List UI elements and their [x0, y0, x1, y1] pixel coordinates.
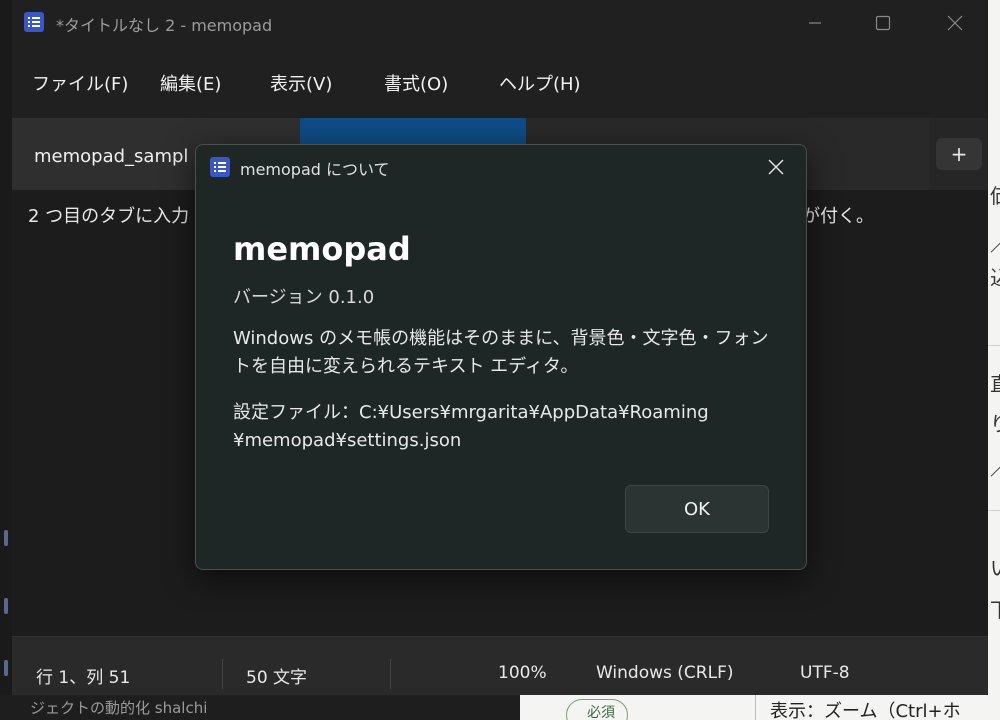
menu-bar: ファイル(F) 編集(E) 表示(V) 書式(O) ヘルプ(H) [12, 58, 988, 106]
menu-edit[interactable]: 編集(E) [160, 70, 221, 96]
background-badge: 必須 [566, 699, 628, 720]
status-divider [222, 659, 223, 689]
status-cursor-position: 行 1、列 51 [36, 668, 131, 688]
ok-button[interactable]: OK [625, 485, 769, 533]
background-text: 下 [990, 594, 1000, 623]
status-char-count: 50 文字 [246, 668, 308, 688]
app-name-heading: memopad [233, 230, 411, 268]
about-dialog: memopad について memopad バージョン 0.1.0 Windows… [195, 144, 807, 570]
status-line-ending: Windows (CRLF) [596, 663, 734, 683]
settings-path-line: 設定ファイル：C:¥Users¥mrgarita¥AppData¥Roaming [233, 402, 709, 423]
status-bar: 行 1、列 51 50 文字 100% Windows (CRLF) UTF-8 [12, 636, 988, 695]
status-divider [390, 659, 391, 689]
close-window-button[interactable] [932, 0, 978, 46]
editor-text-tail: が付く。 [802, 206, 874, 227]
close-icon [947, 15, 963, 31]
minimize-icon [809, 22, 821, 24]
dialog-close-button[interactable] [756, 151, 796, 183]
background-text: い [990, 552, 1000, 581]
maximize-icon [875, 15, 891, 31]
background-text: ジェクトの動的化 shalchi [30, 699, 208, 717]
status-encoding: UTF-8 [800, 663, 850, 683]
status-zoom: 100% [498, 663, 547, 683]
background-text: り [990, 408, 1000, 437]
add-tab-button[interactable]: + [936, 138, 982, 170]
background-text: 価 [990, 180, 1000, 209]
background-text: 直 [990, 368, 1000, 397]
background-badge-label: 必須 [587, 705, 615, 720]
menu-view[interactable]: 表示(V) [270, 70, 332, 96]
background-divider [988, 510, 1000, 511]
app-description: Windows のメモ帳の機能はそのままに、背景色・文字色・フォントを自由に変え… [233, 328, 769, 377]
background-document-edge: 価 ／ 込 直 り ／ い 下 [988, 0, 1000, 720]
maximize-button[interactable] [860, 0, 906, 46]
settings-path-line: ¥memopad¥settings.json [233, 430, 462, 451]
dialog-title: memopad について [240, 160, 390, 179]
background-text: ／ [990, 452, 1000, 481]
menu-help[interactable]: ヘルプ(H) [499, 70, 581, 96]
notepad-list-icon [24, 12, 44, 32]
desktop-accent [4, 530, 8, 546]
background-bottom: ジェクトの動的化 shalchi 必須 表示：ズーム（Ctrl+ホ [0, 695, 1000, 720]
background-divider [755, 695, 756, 720]
background-text: 表示：ズーム（Ctrl+ホ [770, 701, 961, 720]
editor-text: 2 つ目のタブに入力 [28, 206, 190, 227]
background-text: 込 [990, 262, 1000, 291]
desktop-accent [4, 598, 8, 614]
menu-file[interactable]: ファイル(F) [32, 70, 128, 96]
minimize-button[interactable] [792, 0, 838, 46]
background-divider [988, 345, 1000, 346]
background-text: ／ [990, 228, 1000, 257]
close-icon [768, 159, 784, 175]
settings-file-path: 設定ファイル：C:¥Users¥mrgarita¥AppData¥Roaming… [233, 399, 773, 455]
tab-label: memopad_sampl [34, 146, 189, 167]
background-document: 必須 表示：ズーム（Ctrl+ホ [520, 695, 1000, 720]
title-bar[interactable]: *タイトルなし 2 - memopad [12, 0, 988, 46]
menu-format[interactable]: 書式(O) [384, 70, 448, 96]
notepad-list-icon [210, 157, 230, 177]
desktop-edge [0, 0, 12, 695]
window-title: *タイトルなし 2 - memopad [56, 16, 273, 35]
desktop-accent [4, 660, 8, 676]
version-text: バージョン 0.1.0 [233, 287, 375, 308]
